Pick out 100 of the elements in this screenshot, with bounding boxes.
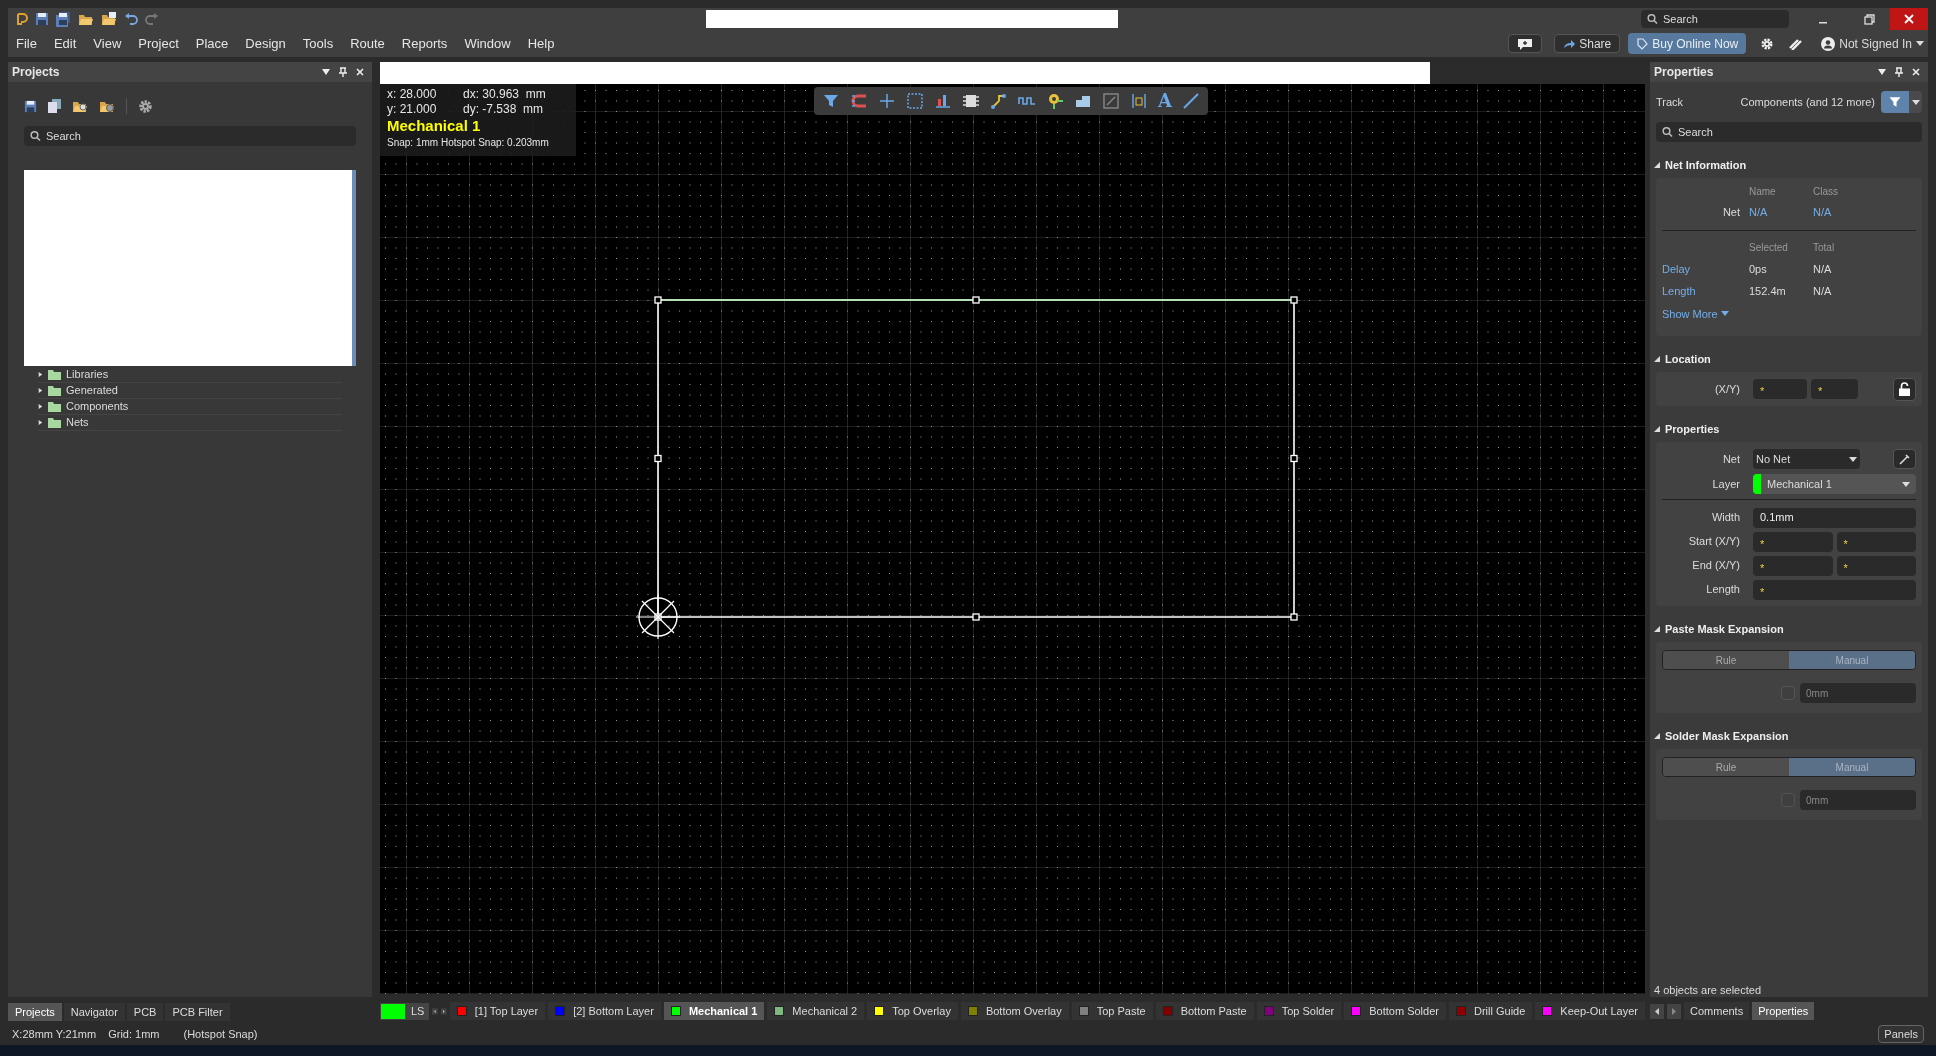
search-field[interactable]: Search bbox=[1656, 122, 1922, 142]
layer-dropdown[interactable]: Mechanical 1 bbox=[1753, 474, 1916, 494]
panel-tab[interactable]: PCB Filter bbox=[165, 1003, 230, 1021]
copy-icon[interactable] bbox=[48, 99, 61, 113]
picker-button[interactable] bbox=[1893, 449, 1916, 469]
input-field[interactable]: * bbox=[1753, 379, 1807, 399]
layer-tab[interactable]: [1] Top Layer bbox=[449, 1002, 546, 1020]
input-field[interactable]: 0mm bbox=[1800, 683, 1916, 703]
selection-rectangle-icon[interactable] bbox=[906, 92, 924, 110]
filter-icon[interactable] bbox=[822, 92, 840, 110]
bar-chart-icon[interactable] bbox=[934, 92, 952, 110]
pin-icon[interactable] bbox=[339, 67, 347, 77]
menu-item[interactable]: Tools bbox=[302, 33, 334, 54]
tree-item[interactable]: Nets bbox=[38, 415, 342, 431]
line-icon[interactable] bbox=[1181, 92, 1200, 110]
search-field[interactable]: Search bbox=[24, 126, 356, 146]
input-field[interactable]: 0mm bbox=[1800, 790, 1916, 810]
input-field[interactable]: * bbox=[1836, 555, 1916, 576]
show-more-link[interactable]: Show More bbox=[1662, 305, 1729, 322]
section-header[interactable]: Net Information bbox=[1650, 158, 1928, 172]
pad-icon[interactable] bbox=[1046, 92, 1064, 110]
tree-item[interactable]: Components bbox=[38, 399, 342, 415]
chip-icon[interactable] bbox=[962, 92, 980, 110]
layer-tab[interactable]: Top Paste bbox=[1071, 1002, 1153, 1020]
crosshair-icon[interactable] bbox=[878, 92, 896, 110]
input-field[interactable]: * bbox=[1811, 379, 1858, 399]
menu-item[interactable]: Route bbox=[350, 33, 385, 54]
menu-item[interactable]: Reports bbox=[401, 33, 448, 54]
close-icon[interactable] bbox=[1912, 68, 1920, 76]
menu-item[interactable]: Design bbox=[245, 33, 286, 54]
layer-tab[interactable]: Bottom Paste bbox=[1155, 1002, 1254, 1020]
layer-tab[interactable]: Top Solder bbox=[1256, 1002, 1342, 1020]
panel-tab[interactable]: Navigator bbox=[63, 1003, 125, 1021]
lock-button[interactable] bbox=[1893, 377, 1916, 401]
segment-button[interactable]: Rule bbox=[1663, 758, 1789, 776]
restore-icon[interactable] bbox=[1864, 13, 1875, 25]
menu-item[interactable]: Place bbox=[195, 33, 229, 54]
input-field[interactable]: * bbox=[1753, 555, 1833, 576]
settings-icon[interactable] bbox=[1760, 36, 1775, 51]
open-folder-icon[interactable] bbox=[78, 12, 94, 26]
menu-item[interactable]: Edit bbox=[53, 33, 77, 54]
scroll-right-icon[interactable] bbox=[1667, 1003, 1681, 1019]
account-menu[interactable]: Not Signed In bbox=[1821, 34, 1924, 53]
scroll-left-icon[interactable] bbox=[1650, 1003, 1664, 1019]
save-icon[interactable] bbox=[35, 12, 49, 26]
dropdown-icon[interactable] bbox=[1878, 69, 1886, 75]
keepout-icon[interactable] bbox=[1102, 92, 1120, 110]
search-field[interactable]: Search bbox=[1641, 10, 1789, 28]
net-dropdown[interactable]: No Net bbox=[1753, 449, 1860, 469]
open-folder-icon[interactable] bbox=[101, 12, 117, 26]
menu-item[interactable]: Project bbox=[138, 33, 179, 54]
text-tool[interactable]: A bbox=[1158, 92, 1172, 110]
tree-item[interactable]: Libraries bbox=[38, 367, 342, 383]
app-logo-icon[interactable] bbox=[16, 12, 28, 26]
segment-button[interactable]: Rule bbox=[1663, 651, 1789, 669]
save-icon[interactable] bbox=[24, 99, 37, 113]
layer-tab[interactable]: Keep-Out Layer bbox=[1535, 1002, 1645, 1020]
tree-item[interactable]: Generated bbox=[38, 383, 342, 399]
folder-search-icon[interactable] bbox=[72, 99, 88, 113]
close-button[interactable] bbox=[1890, 8, 1928, 30]
menu-item[interactable]: Help bbox=[527, 33, 555, 54]
filter-button[interactable] bbox=[1881, 91, 1922, 113]
panel-tab[interactable]: Projects bbox=[8, 1003, 62, 1021]
input-field[interactable]: 0.1mm bbox=[1753, 507, 1916, 528]
layer-tab[interactable]: Top Overlay bbox=[867, 1002, 958, 1020]
dropdown-icon[interactable] bbox=[322, 69, 330, 75]
settings-icon[interactable] bbox=[138, 98, 153, 114]
metric-link[interactable]: Length bbox=[1662, 283, 1749, 300]
net-name-link[interactable]: N/A bbox=[1749, 204, 1813, 221]
layer-tab[interactable]: Mechanical 2 bbox=[767, 1002, 865, 1020]
section-header[interactable]: Location bbox=[1650, 352, 1928, 366]
panels-button[interactable]: Panels bbox=[1878, 1025, 1924, 1043]
pin-icon[interactable] bbox=[1895, 67, 1903, 77]
input-field[interactable]: * bbox=[1836, 531, 1916, 552]
panel-tab[interactable]: PCB bbox=[126, 1003, 164, 1021]
menu-item[interactable]: Window bbox=[464, 33, 511, 54]
route-icon[interactable] bbox=[990, 92, 1008, 110]
share-button[interactable]: Share bbox=[1554, 34, 1621, 53]
layer-tab[interactable]: Mechanical 1 bbox=[663, 1002, 765, 1020]
comment-button[interactable] bbox=[1508, 34, 1543, 53]
metric-link[interactable]: Delay bbox=[1662, 260, 1749, 277]
net-class-link[interactable]: N/A bbox=[1813, 204, 1916, 221]
buy-online-button[interactable]: Buy Online Now bbox=[1628, 33, 1747, 54]
save-all-icon[interactable] bbox=[56, 11, 71, 27]
input-field[interactable]: * bbox=[1753, 531, 1833, 552]
undo-icon[interactable] bbox=[124, 13, 138, 25]
layer-tab[interactable]: Drill Guide bbox=[1448, 1002, 1533, 1020]
layer-set-button[interactable]: LS bbox=[380, 1002, 430, 1020]
close-icon[interactable] bbox=[356, 68, 364, 76]
magnet-icon[interactable] bbox=[850, 92, 868, 110]
menu-item[interactable]: View bbox=[93, 33, 122, 54]
panel-tab[interactable]: Comments bbox=[1684, 1002, 1750, 1020]
dimension-icon[interactable] bbox=[1130, 92, 1148, 110]
layer-tab[interactable]: Bottom Solder bbox=[1344, 1002, 1446, 1020]
section-header[interactable]: Properties bbox=[1650, 422, 1928, 436]
layer-tab[interactable]: Bottom Overlay bbox=[960, 1002, 1069, 1020]
folder-settings-icon[interactable] bbox=[99, 99, 115, 113]
menu-item[interactable]: File bbox=[16, 33, 37, 54]
panel-tab[interactable]: Properties bbox=[1752, 1002, 1815, 1020]
input-field[interactable]: * bbox=[1753, 579, 1916, 600]
